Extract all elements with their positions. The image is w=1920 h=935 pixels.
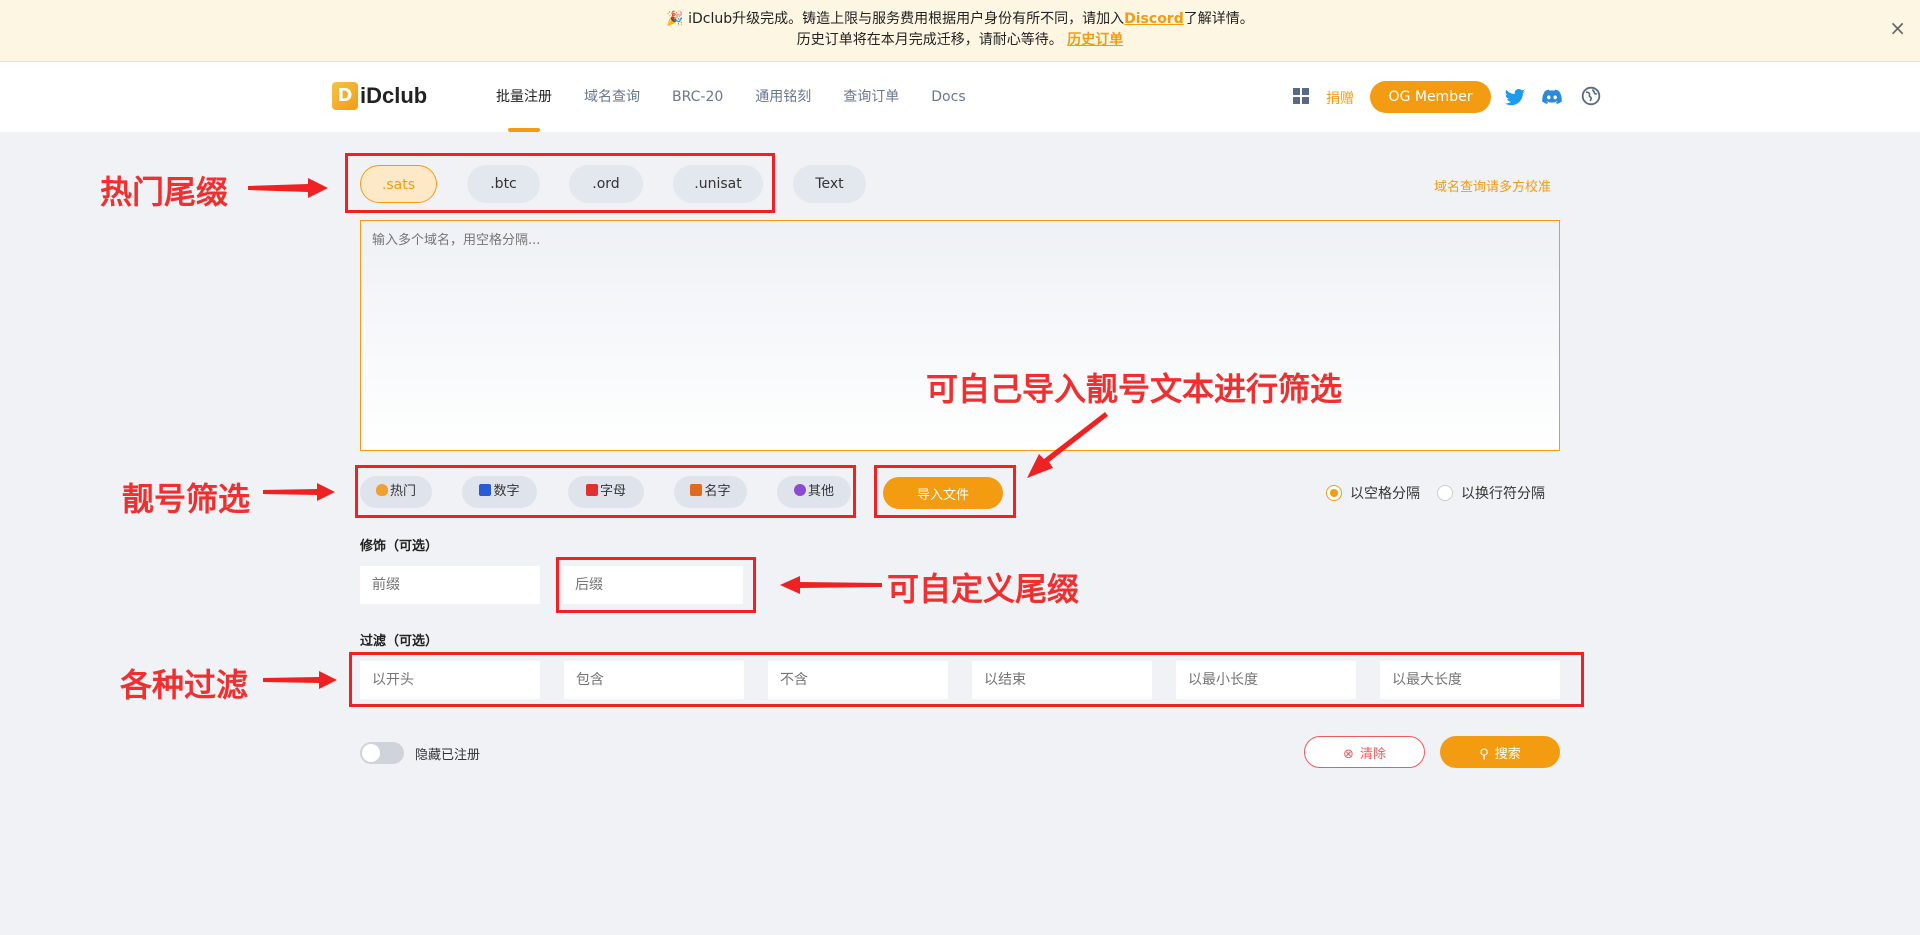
filter-label: 名字	[704, 484, 731, 499]
filter-label: 数字	[493, 484, 520, 499]
radio-label: 以换行符分隔	[1461, 486, 1545, 502]
annotation-arrow-icon	[263, 483, 335, 501]
suffix-text[interactable]: Text	[793, 165, 866, 203]
prefix-input[interactable]	[360, 566, 540, 604]
suffix-unisat[interactable]: .unisat	[673, 165, 763, 203]
suffix-ord[interactable]: .ord	[569, 165, 643, 203]
filter-letter[interactable]: 字母	[568, 476, 644, 508]
annotation-import-text: 可自己导入靓号文本进行筛选	[926, 370, 1343, 408]
close-icon[interactable]: ×	[1889, 18, 1906, 39]
fire-icon	[375, 484, 388, 496]
filter-label: 字母	[599, 484, 626, 499]
logo[interactable]: D iDclub	[332, 82, 427, 110]
contains-input[interactable]	[564, 661, 744, 699]
search-icon: ⚲	[1479, 746, 1489, 762]
filter-label: 热门	[389, 484, 416, 499]
annotation-arrow-icon	[263, 671, 337, 689]
max-length-input[interactable]	[1380, 661, 1560, 699]
banner-line-2: 历史订单将在本月完成迁移，请耐心等待。 历史订单	[0, 30, 1920, 51]
decorate-title: 修饰（可选）	[360, 539, 439, 554]
filter-label: 其他	[807, 484, 834, 499]
banner-text: 🎉 iDclub升级完成。铸造上限与服务费用根据用户身份有所不同，请加入	[666, 11, 1125, 27]
domain-textarea[interactable]	[360, 220, 1560, 451]
globe-icon[interactable]	[1581, 86, 1601, 106]
annotation-custom-suffix: 可自定义尾缀	[887, 570, 1080, 608]
excludes-input[interactable]	[768, 661, 948, 699]
query-hint: 域名查询请多方校准	[1434, 180, 1552, 195]
min-length-input[interactable]	[1176, 661, 1356, 699]
radio-newline-separator[interactable]: 以换行符分隔	[1437, 483, 1545, 503]
nav-brc20[interactable]: BRC-20	[672, 62, 723, 132]
banner-text: 历史订单将在本月完成迁移，请耐心等待。	[796, 32, 1063, 48]
clear-label: 清除	[1359, 746, 1386, 762]
nav-batch-register[interactable]: 批量注册	[496, 62, 552, 132]
annotation-arrow-icon	[1027, 412, 1108, 478]
ends-with-input[interactable]	[972, 661, 1152, 699]
nav-inscribe[interactable]: 通用铭刻	[755, 62, 811, 132]
book-icon	[690, 484, 703, 496]
radio-dot	[1437, 485, 1453, 501]
starts-with-input[interactable]	[360, 661, 540, 699]
annotation-various-filter: 各种过滤	[120, 666, 249, 704]
annotation-arrow-icon	[248, 178, 328, 198]
banner-text: 了解详情。	[1183, 11, 1254, 27]
banner-line-1: 🎉 iDclub升级完成。铸造上限与服务费用根据用户身份有所不同，请加入Disc…	[0, 9, 1920, 30]
clear-button[interactable]: ⊗ 清除	[1304, 736, 1425, 768]
nav-docs[interactable]: Docs	[931, 62, 965, 132]
logo-text: iDclub	[360, 83, 428, 108]
logo-icon: D	[332, 82, 358, 110]
clear-circle-icon: ⊗	[1343, 746, 1354, 762]
discord-icon[interactable]	[1541, 86, 1563, 108]
person-icon	[793, 484, 806, 496]
discord-link[interactable]: Discord	[1124, 11, 1184, 27]
toggle-knob	[362, 744, 380, 762]
filter-name[interactable]: 名字	[674, 476, 747, 508]
twitter-icon[interactable]	[1504, 86, 1526, 108]
annotation-arrow-icon	[780, 576, 882, 594]
donate-link[interactable]: 捐赠	[1326, 88, 1354, 108]
suffix-btc[interactable]: .btc	[467, 165, 540, 203]
radio-label: 以空格分隔	[1350, 486, 1420, 502]
hide-registered-toggle[interactable]	[360, 742, 404, 764]
nav-domain-query[interactable]: 域名查询	[584, 62, 640, 132]
letter-icon	[585, 484, 598, 496]
search-label: 搜索	[1494, 746, 1521, 762]
filter-other[interactable]: 其他	[777, 476, 851, 508]
announcement-banner: 🎉 iDclub升级完成。铸造上限与服务费用根据用户身份有所不同，请加入Disc…	[0, 0, 1920, 62]
nav-query-order[interactable]: 查询订单	[843, 62, 899, 132]
filter-section-title: 过滤（可选）	[360, 634, 439, 649]
annotation-nice-filter: 靓号筛选	[122, 480, 251, 518]
annotation-box-custom-suffix	[556, 557, 756, 613]
suffix-sats[interactable]: .sats	[360, 165, 437, 203]
history-orders-link[interactable]: 历史订单	[1067, 32, 1123, 48]
import-file-button[interactable]: 导入文件	[883, 477, 1003, 509]
filter-number[interactable]: 数字	[462, 476, 537, 508]
main-nav: 批量注册 域名查询 BRC-20 通用铭刻 查询订单 Docs	[496, 62, 998, 132]
hide-registered-label: 隐藏已注册	[415, 748, 481, 763]
annotation-hot-suffix: 热门尾缀	[100, 173, 229, 211]
radio-dot	[1326, 485, 1342, 501]
grid-icon[interactable]	[1293, 88, 1309, 104]
filter-hot[interactable]: 热门	[360, 476, 432, 508]
number-icon	[479, 484, 492, 496]
og-member-button[interactable]: OG Member	[1370, 81, 1491, 113]
radio-space-separator[interactable]: 以空格分隔	[1326, 483, 1420, 503]
search-button[interactable]: ⚲ 搜索	[1440, 736, 1560, 768]
top-header: D iDclub 批量注册 域名查询 BRC-20 通用铭刻 查询订单 Docs…	[0, 62, 1920, 132]
